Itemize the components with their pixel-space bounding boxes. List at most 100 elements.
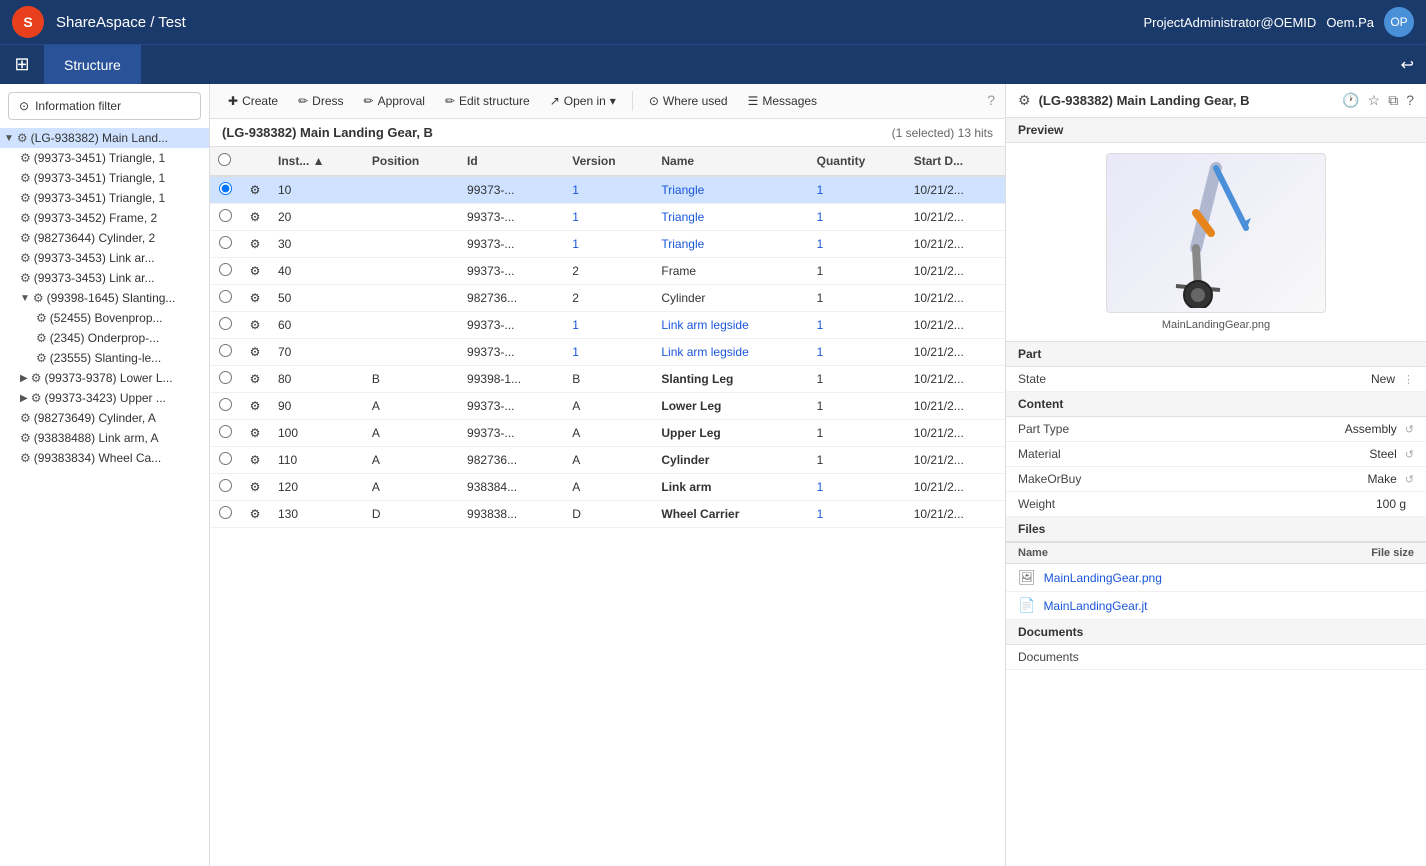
file-row-jt: 📄 MainLandingGear.jt — [1006, 592, 1426, 620]
gear-icon: ⚙ — [31, 391, 42, 405]
col-inst[interactable]: Inst... ▲ — [270, 147, 364, 176]
row-name[interactable]: Triangle — [653, 231, 808, 258]
property-row-material: Material Steel ↺ — [1006, 442, 1426, 467]
avatar[interactable]: OP — [1384, 7, 1414, 37]
property-history-icon[interactable]: ↺ — [1405, 473, 1414, 486]
table-row[interactable]: ⚙110A982736...ACylinder110/21/2... — [210, 447, 1005, 474]
row-version[interactable]: 1 — [564, 204, 653, 231]
row-radio[interactable] — [219, 236, 232, 249]
row-quantity[interactable]: 1 — [809, 312, 906, 339]
expand-arrow: ▶ — [20, 373, 28, 384]
row-radio[interactable] — [219, 317, 232, 330]
row-radio[interactable] — [219, 425, 232, 438]
approval-button[interactable]: ✏ Approval — [356, 90, 433, 112]
table-row[interactable]: ⚙7099373-...1Link arm legside110/21/2... — [210, 339, 1005, 366]
create-button[interactable]: ✚ Create — [220, 90, 286, 112]
star-icon[interactable]: ☆ — [1368, 92, 1381, 109]
tree-item[interactable]: ⚙ (99373-3452) Frame, 2 — [0, 208, 209, 228]
row-name[interactable]: Link arm legside — [653, 312, 808, 339]
expand-arrow: ▶ — [20, 393, 28, 404]
info-filter-button[interactable]: ⊙ Information filter — [8, 92, 201, 120]
row-radio[interactable] — [219, 290, 232, 303]
tree-item[interactable]: ⚙ (23555) Slanting-le... — [0, 348, 209, 368]
tree-item-label: (99398-1645) Slanting... — [47, 291, 176, 305]
file-name[interactable]: MainLandingGear.png — [1044, 571, 1334, 585]
table-row[interactable]: ⚙130D993838...DWheel Carrier110/21/2... — [210, 501, 1005, 528]
row-version[interactable]: 1 — [564, 312, 653, 339]
row-radio[interactable] — [219, 506, 232, 519]
file-name[interactable]: MainLandingGear.jt — [1043, 599, 1334, 613]
row-radio[interactable] — [219, 209, 232, 222]
row-quantity[interactable]: 1 — [809, 501, 906, 528]
row-radio[interactable] — [219, 344, 232, 357]
table-row[interactable]: ⚙80B99398-1...BSlanting Leg110/21/2... — [210, 366, 1005, 393]
row-name[interactable]: Link arm legside — [653, 339, 808, 366]
gear-icon: ⚙ — [36, 331, 47, 345]
table-row[interactable]: ⚙2099373-...1Triangle110/21/2... — [210, 204, 1005, 231]
copy-icon[interactable]: ⧉ — [1388, 92, 1398, 109]
tree-item[interactable]: ⚙ (99373-3451) Triangle, 1 — [0, 148, 209, 168]
row-radio[interactable] — [219, 452, 232, 465]
tree-item-slanting[interactable]: ▼ ⚙ (99398-1645) Slanting... — [0, 288, 209, 308]
property-val: Make — [1367, 472, 1396, 486]
tree-item[interactable]: ⚙ (93838488) Link arm, A — [0, 428, 209, 448]
edit-structure-button[interactable]: ✏ Edit structure — [437, 90, 538, 112]
row-id: 99373-... — [459, 393, 564, 420]
tree-item[interactable]: ⚙ (98273649) Cylinder, A — [0, 408, 209, 428]
table-row[interactable]: ⚙90A99373-...ALower Leg110/21/2... — [210, 393, 1005, 420]
center-panel: ✚ Create ✏ Dress ✏ Approval ✏ Edit struc… — [210, 84, 1006, 866]
table-row[interactable]: ⚙3099373-...1Triangle110/21/2... — [210, 231, 1005, 258]
row-version[interactable]: 1 — [564, 176, 653, 204]
row-name[interactable]: Triangle — [653, 176, 808, 204]
help-icon[interactable]: ? — [987, 92, 995, 108]
row-radio[interactable] — [219, 263, 232, 276]
clock-icon[interactable]: 🕐 — [1342, 92, 1359, 109]
collapse-arrow: ▼ — [20, 293, 30, 304]
tree-item[interactable]: ⚙ (99373-3453) Link ar... — [0, 248, 209, 268]
row-radio[interactable] — [219, 182, 232, 195]
row-quantity[interactable]: 1 — [809, 176, 906, 204]
messages-button[interactable]: ☰ Messages — [740, 90, 825, 112]
tree-item[interactable]: ⚙ (52455) Bovenprop... — [0, 308, 209, 328]
open-in-button[interactable]: ↗ Open in ▾ — [542, 90, 624, 112]
help-icon[interactable]: ? — [1406, 92, 1414, 109]
app-logo[interactable]: S — [12, 6, 44, 38]
property-history-icon[interactable]: ↺ — [1405, 448, 1414, 461]
dress-button[interactable]: ✏ Dress — [290, 90, 351, 112]
row-gear-icon: ⚙ — [240, 420, 270, 447]
state-menu-icon[interactable]: ⋮ — [1403, 373, 1414, 386]
table-row[interactable]: ⚙100A99373-...AUpper Leg110/21/2... — [210, 420, 1005, 447]
select-all-radio[interactable] — [218, 153, 231, 166]
row-name[interactable]: Triangle — [653, 204, 808, 231]
where-used-button[interactable]: ⊙ Where used — [641, 90, 736, 112]
table-row[interactable]: ⚙50982736...2Cylinder110/21/2... — [210, 285, 1005, 312]
grid-button[interactable]: ⊞ — [0, 45, 44, 85]
row-quantity[interactable]: 1 — [809, 204, 906, 231]
tree-item[interactable]: ⚙ (99383834) Wheel Ca... — [0, 448, 209, 468]
row-quantity[interactable]: 1 — [809, 339, 906, 366]
row-version[interactable]: 1 — [564, 339, 653, 366]
row-quantity[interactable]: 1 — [809, 474, 906, 501]
table-row[interactable]: ⚙4099373-...2Frame110/21/2... — [210, 258, 1005, 285]
tree-item[interactable]: ▶ ⚙ (99373-9378) Lower L... — [0, 368, 209, 388]
property-history-icon[interactable]: ↺ — [1405, 423, 1414, 436]
table-row[interactable]: ⚙1099373-...1Triangle110/21/2... — [210, 176, 1005, 204]
tree-item[interactable]: ⚙ (99373-3451) Triangle, 1 — [0, 168, 209, 188]
row-radio[interactable] — [219, 479, 232, 492]
row-quantity[interactable]: 1 — [809, 231, 906, 258]
row-inst: 10 — [270, 176, 364, 204]
nav-back-icon[interactable]: ↩ — [1401, 55, 1426, 75]
table-row[interactable]: ⚙6099373-...1Link arm legside110/21/2... — [210, 312, 1005, 339]
tree-item[interactable]: ⚙ (99373-3453) Link ar... — [0, 268, 209, 288]
row-version[interactable]: 1 — [564, 231, 653, 258]
row-radio[interactable] — [219, 398, 232, 411]
tree-item[interactable]: ⚙ (2345) Onderprop-... — [0, 328, 209, 348]
approval-icon: ✏ — [364, 94, 374, 108]
tree-item[interactable]: ⚙ (99373-3451) Triangle, 1 — [0, 188, 209, 208]
tree-item-root[interactable]: ▼ ⚙ (LG-938382) Main Land... — [0, 128, 209, 148]
tree-item[interactable]: ⚙ (98273644) Cylinder, 2 — [0, 228, 209, 248]
tree-item[interactable]: ▶ ⚙ (99373-3423) Upper ... — [0, 388, 209, 408]
table-row[interactable]: ⚙120A938384...ALink arm110/21/2... — [210, 474, 1005, 501]
structure-tab[interactable]: Structure — [44, 45, 142, 85]
row-radio[interactable] — [219, 371, 232, 384]
